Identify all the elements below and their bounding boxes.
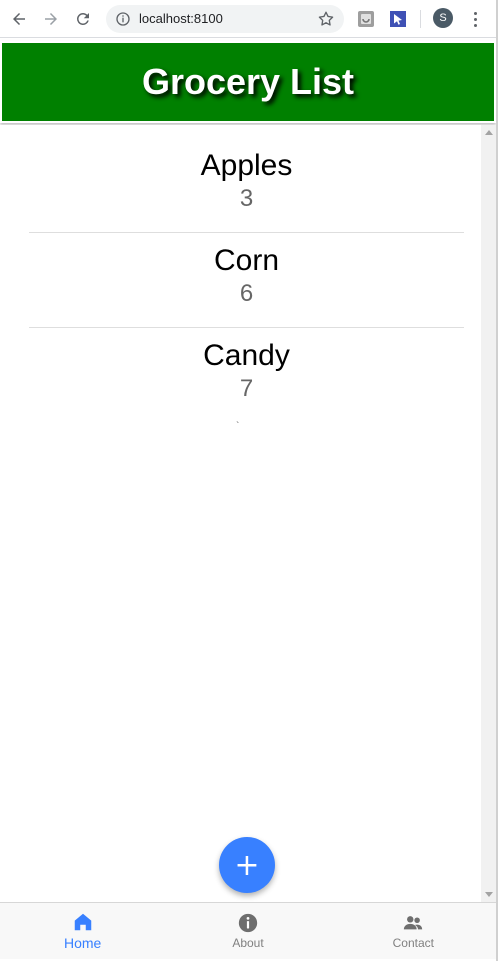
list-item[interactable]: Corn 6 <box>29 244 464 308</box>
page-title: Grocery List <box>141 61 355 102</box>
tab-about-label: About <box>232 936 264 950</box>
tab-bar: Home About Contact <box>0 902 496 959</box>
tab-contact-label: Contact <box>392 936 434 950</box>
tab-contact[interactable]: Contact <box>331 903 496 959</box>
app-header: Grocery List <box>0 41 496 123</box>
list-divider <box>29 232 464 233</box>
scroll-down-arrow-icon[interactable] <box>485 892 493 897</box>
address-bar[interactable]: localhost:8100 <box>106 5 344 33</box>
people-icon <box>404 916 423 930</box>
tab-home[interactable]: Home <box>0 903 165 959</box>
scroll-up-arrow-icon[interactable] <box>485 130 493 135</box>
extension-cursor-icon[interactable] <box>389 10 407 28</box>
extension-icon[interactable] <box>357 10 375 28</box>
scrollbar[interactable] <box>481 125 496 902</box>
reload-icon <box>76 12 89 25</box>
item-name: Corn <box>213 244 280 277</box>
home-icon <box>74 913 91 931</box>
list-item[interactable]: Candy 7 <box>29 339 464 403</box>
tab-about[interactable]: About <box>165 903 330 959</box>
add-item-button[interactable]: + <box>219 837 275 893</box>
url-text: localhost:8100 <box>139 11 223 26</box>
item-quantity: 3 <box>239 185 254 212</box>
toolbar-separator <box>420 10 421 28</box>
grocery-list[interactable]: Apples 3 Corn 6 Candy 7 ` <box>0 125 481 902</box>
browser-toolbar: localhost:8100 S <box>0 0 498 38</box>
profile-avatar[interactable]: S <box>433 8 453 28</box>
bookmark-star-icon[interactable] <box>317 10 335 28</box>
item-name: Candy <box>203 339 290 372</box>
stray-mark: ` <box>236 421 240 432</box>
forward-arrow-icon <box>45 13 57 25</box>
info-icon <box>238 913 258 933</box>
list-item[interactable]: Apples 3 <box>29 149 464 213</box>
back-button[interactable] <box>7 7 31 31</box>
forward-button[interactable] <box>39 7 63 31</box>
item-quantity: 7 <box>239 375 254 402</box>
tab-home-label: Home <box>63 935 102 951</box>
item-name: Apples <box>200 149 293 182</box>
item-quantity: 6 <box>239 280 254 307</box>
back-arrow-icon <box>13 13 25 25</box>
reload-button[interactable] <box>71 7 95 31</box>
site-info-icon[interactable] <box>115 11 131 27</box>
browser-menu-icon[interactable] <box>467 9 483 29</box>
app-root: Grocery List Apples 3 Corn 6 Candy 7 ` +… <box>0 39 498 961</box>
list-divider <box>29 327 464 328</box>
